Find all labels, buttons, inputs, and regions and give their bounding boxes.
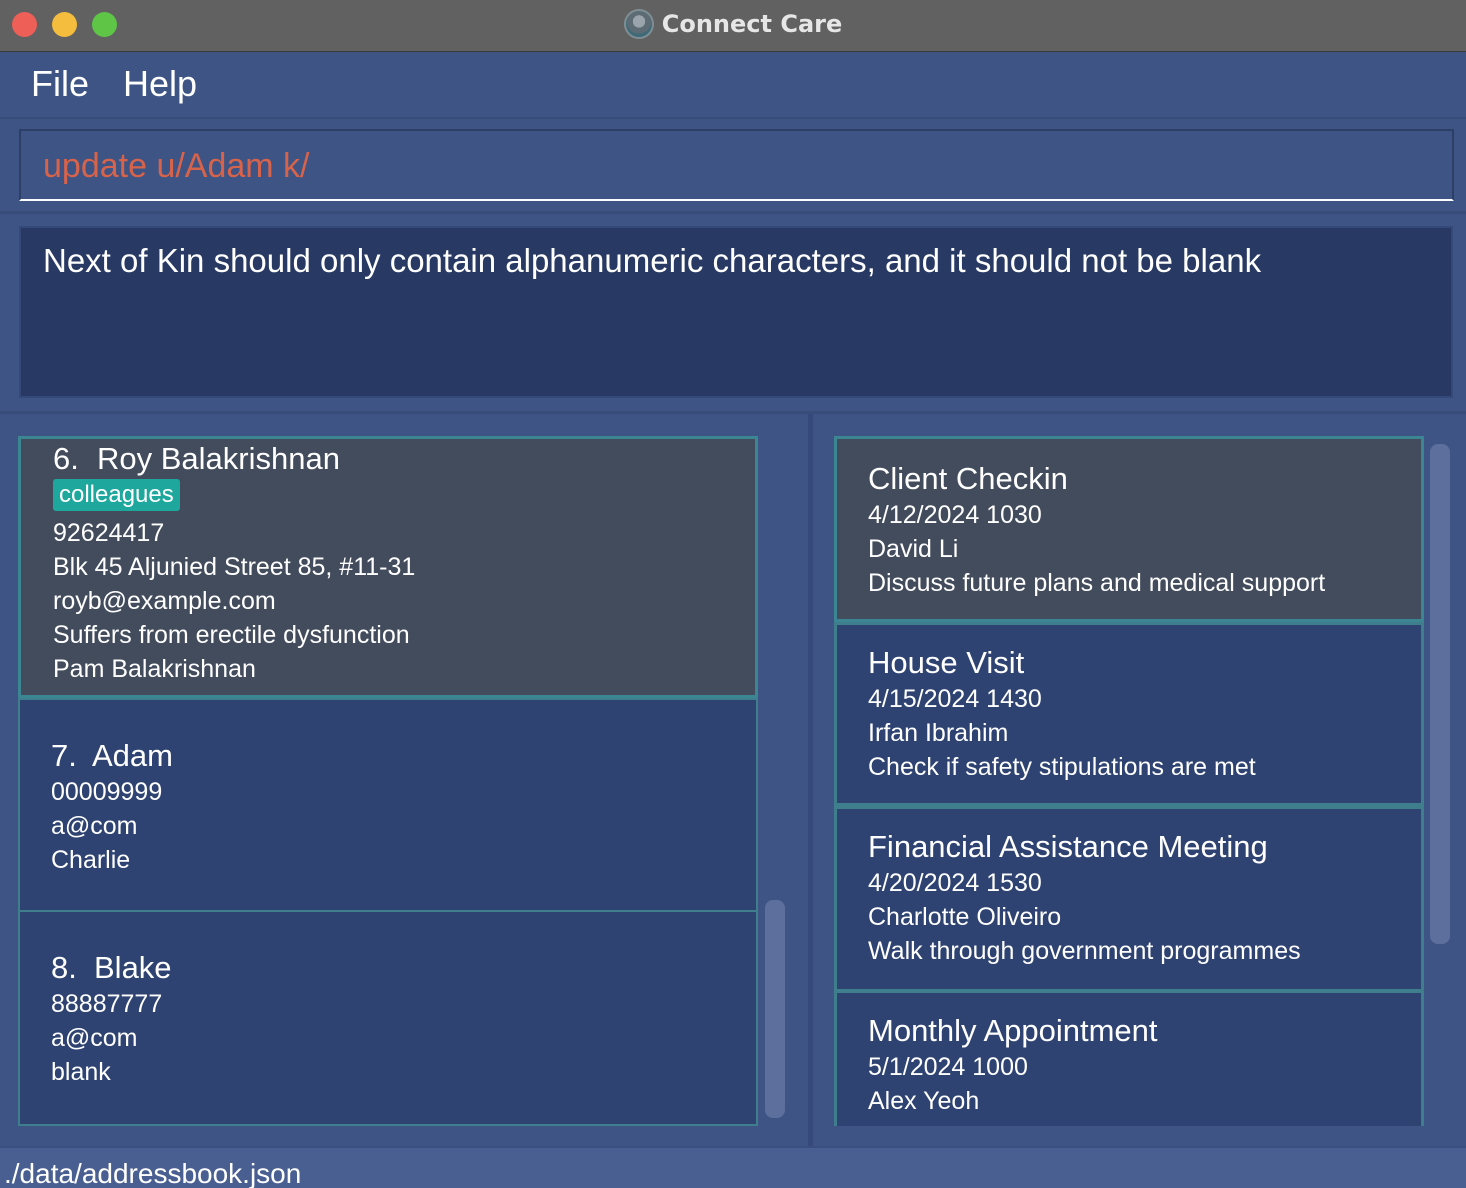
person-card[interactable]: 8. Blake 88887777 a@com blank xyxy=(18,910,758,1126)
appointment-datetime: 4/15/2024 1430 xyxy=(868,685,1042,713)
window-title-group: Connect Care xyxy=(0,6,1466,42)
person-phone: 88887777 xyxy=(51,990,163,1018)
person-name: Blake xyxy=(94,950,172,985)
command-pane: update u/Adam k/ xyxy=(0,117,1466,211)
person-list-scrollbar[interactable] xyxy=(765,900,785,1118)
person-name: Adam xyxy=(92,738,173,773)
person-index: 8. xyxy=(51,950,77,985)
menu-help[interactable]: Help xyxy=(123,63,197,105)
menu-file[interactable]: File xyxy=(31,63,89,105)
appointment-person: Charlotte Oliveiro xyxy=(868,903,1062,931)
appointment-list-scrollbar[interactable] xyxy=(1430,444,1450,944)
appointment-description: Walk through government programmes xyxy=(868,937,1301,965)
person-card[interactable]: 7. Adam 00009999 a@com Charlie xyxy=(18,698,758,912)
appointment-title: Financial Assistance Meeting xyxy=(868,829,1268,864)
person-phone: 00009999 xyxy=(51,778,163,806)
person-note: Suffers from erectile dysfunction xyxy=(53,621,410,649)
result-display[interactable]: Next of Kin should only contain alphanum… xyxy=(19,226,1453,398)
app-logo-icon xyxy=(623,9,654,39)
person-email: a@com xyxy=(51,812,138,840)
command-input-text: update u/Adam k/ xyxy=(43,147,310,185)
menu-bar: File Help xyxy=(0,53,1466,117)
appointment-list[interactable]: Client Checkin 4/12/2024 1030 David Li D… xyxy=(834,436,1424,1126)
person-email: a@com xyxy=(51,1024,138,1052)
appointment-datetime: 4/20/2024 1530 xyxy=(868,869,1042,897)
appointment-description: Check if safety stipulations are met xyxy=(868,753,1256,781)
lists-area: 6. Roy Balakrishnan colleagues 92624417 … xyxy=(0,411,1466,1149)
person-phone: 92624417 xyxy=(53,519,165,547)
appointment-person: David Li xyxy=(868,535,959,563)
appointment-title: House Visit xyxy=(868,645,1025,680)
title-bar: Connect Care xyxy=(0,0,1466,52)
person-address: Blk 45 Aljunied Street 85, #11-31 xyxy=(53,553,416,581)
command-input[interactable]: update u/Adam k/ xyxy=(19,129,1454,201)
pane-divider[interactable] xyxy=(808,414,813,1149)
appointment-card[interactable]: Financial Assistance Meeting 4/20/2024 1… xyxy=(834,806,1424,992)
person-email: royb@example.com xyxy=(53,587,276,615)
person-next-of-kin: Pam Balakrishnan xyxy=(53,655,256,683)
appointment-person: Irfan Ibrahim xyxy=(868,719,1009,747)
appointment-title: Monthly Appointment xyxy=(868,1013,1158,1048)
person-index: 6. xyxy=(53,441,79,476)
save-file-path: ./data/addressbook.json xyxy=(4,1158,302,1188)
appointment-card[interactable]: Client Checkin 4/12/2024 1030 David Li D… xyxy=(834,436,1424,622)
window-title: Connect Care xyxy=(661,10,843,38)
person-card[interactable]: 6. Roy Balakrishnan colleagues 92624417 … xyxy=(18,436,758,698)
person-list[interactable]: 6. Roy Balakrishnan colleagues 92624417 … xyxy=(18,436,760,1126)
appointment-datetime: 5/1/2024 1000 xyxy=(868,1053,1028,1081)
appointment-datetime: 4/12/2024 1030 xyxy=(868,501,1042,529)
person-tag: colleagues xyxy=(53,479,180,511)
person-index: 7. xyxy=(51,738,77,773)
appointment-title: Client Checkin xyxy=(868,461,1068,496)
appointment-description: Discuss future plans and medical support xyxy=(868,569,1326,597)
appointment-person: Alex Yeoh xyxy=(868,1087,980,1115)
result-message: Next of Kin should only contain alphanum… xyxy=(43,242,1262,279)
appointment-card[interactable]: House Visit 4/15/2024 1430 Irfan Ibrahim… xyxy=(834,622,1424,806)
person-name: Roy Balakrishnan xyxy=(97,441,340,476)
appointment-card[interactable]: Monthly Appointment 5/1/2024 1000 Alex Y… xyxy=(834,990,1424,1126)
result-pane: Next of Kin should only contain alphanum… xyxy=(0,211,1466,411)
person-next-of-kin: blank xyxy=(51,1058,111,1086)
person-next-of-kin: Charlie xyxy=(51,846,131,874)
status-bar: ./data/addressbook.json xyxy=(0,1146,1466,1188)
